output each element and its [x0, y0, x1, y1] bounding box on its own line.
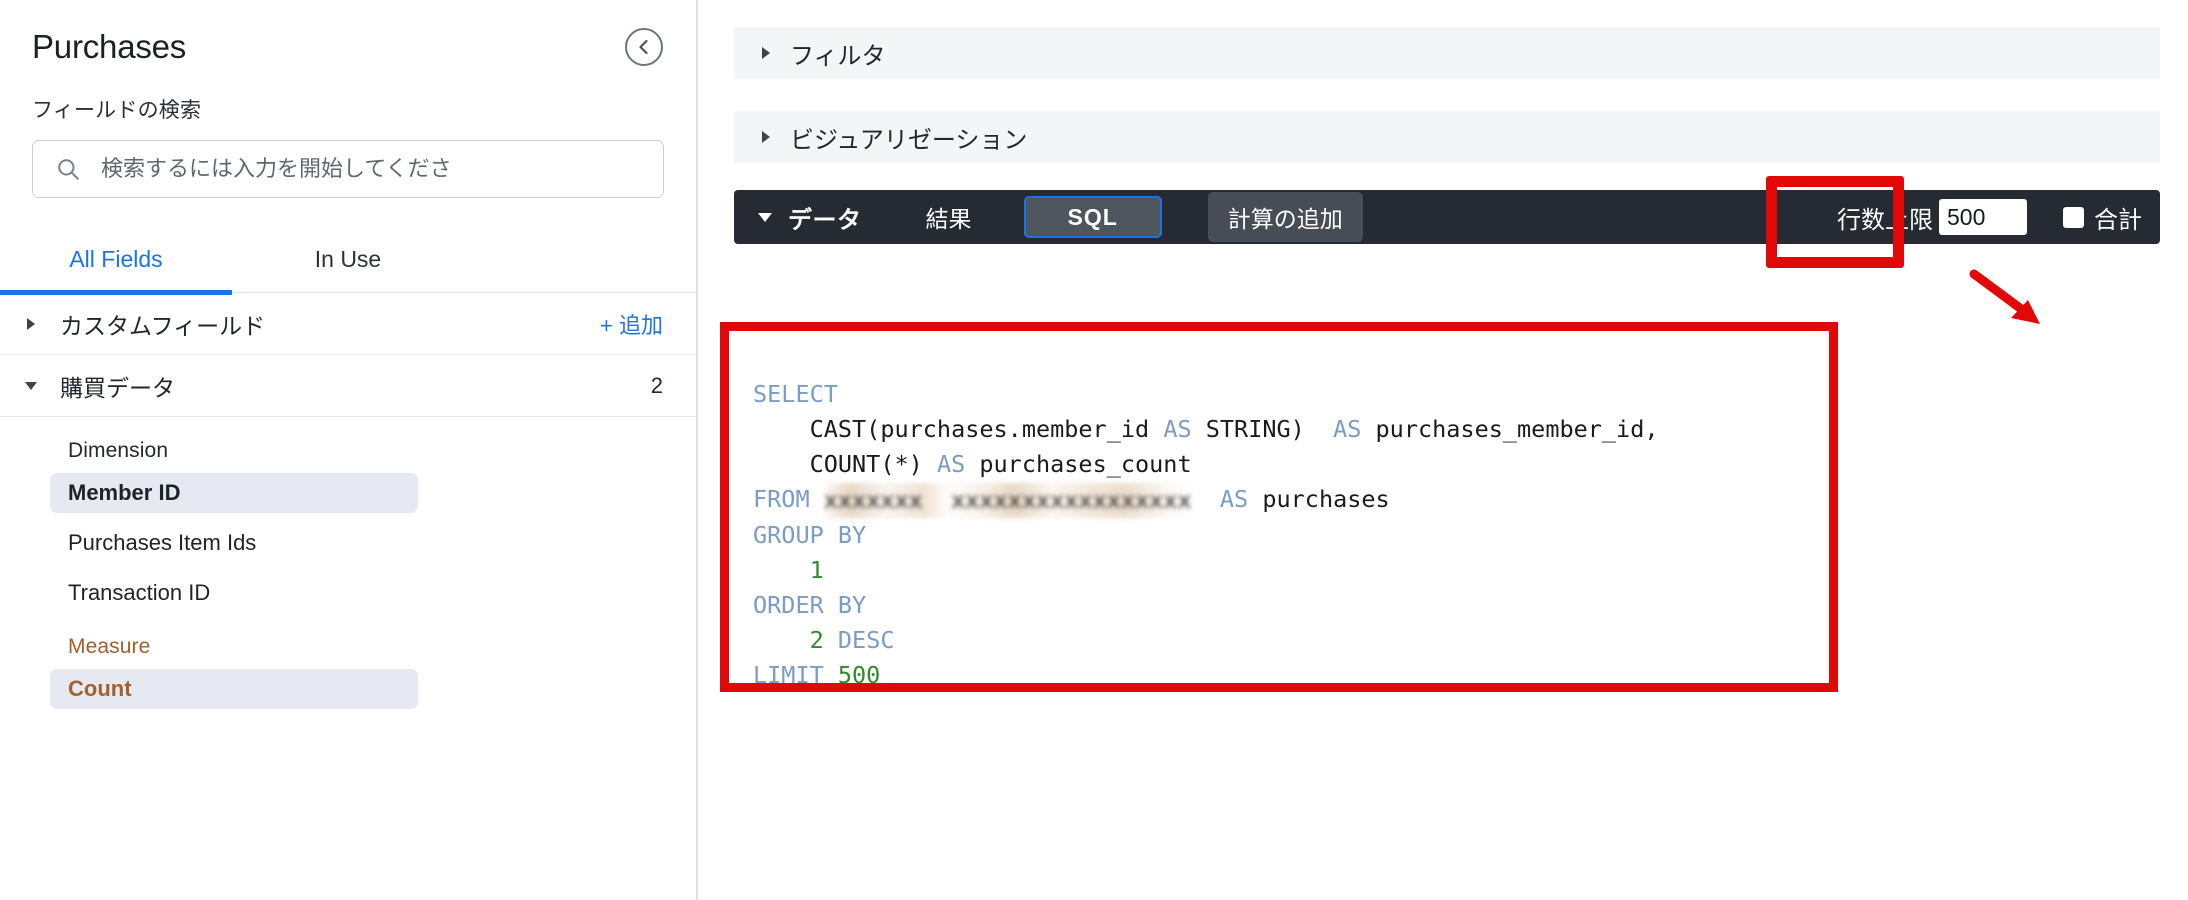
dimension-heading: Dimension: [0, 417, 696, 463]
page-title: Purchases: [32, 30, 186, 63]
redacted-table-name: xxxxxxx xxxxxxxxxxxxxxxxx: [824, 483, 1192, 518]
field-group-body: Dimension Member ID Purchases Item Ids T…: [0, 417, 696, 709]
tab-all-fields[interactable]: All Fields: [0, 238, 232, 292]
field-count[interactable]: Count: [50, 669, 418, 709]
annotation-arrow-icon: [1966, 266, 2052, 328]
search-field-label: フィールドの検索: [0, 62, 696, 124]
accordion-filters-label: フィルタ: [790, 36, 886, 71]
sidebar-section-purchase-data[interactable]: 購買データ 2: [0, 355, 696, 417]
field-transaction-id[interactable]: Transaction ID: [50, 573, 418, 613]
looker-explore-page: Purchases フィールドの検索 All Fields In Use カスタ…: [0, 0, 2188, 900]
tab-results[interactable]: 結果: [916, 196, 982, 238]
data-section-title: データ: [788, 200, 862, 235]
sql-code-text[interactable]: SELECT CAST(purchases.member_id AS STRIN…: [729, 355, 1829, 693]
accordion-visualization-label: ビジュアリゼーション: [790, 120, 1027, 155]
chevron-left-circle-icon[interactable]: [625, 28, 663, 66]
search-field-container[interactable]: [32, 140, 664, 198]
tab-sql[interactable]: SQL: [1024, 196, 1162, 238]
explore-main-panel: フィルタ ビジュアリゼーション データ 結果 SQL 計算の追加 行数上限 合計…: [698, 0, 2188, 900]
sidebar-header: Purchases: [0, 0, 696, 62]
chevron-left-glyph: [635, 38, 653, 56]
add-calculation-button[interactable]: 計算の追加: [1208, 192, 1363, 242]
toolbar-right-group: 行数上限 合計: [1837, 199, 2142, 235]
add-custom-field-button[interactable]: + 追加: [600, 308, 663, 340]
sql-code-panel: SELECT CAST(purchases.member_id AS STRIN…: [720, 322, 1838, 692]
custom-fields-label: カスタムフィールド: [60, 307, 600, 341]
row-limit-label: 行数上限: [1837, 200, 1933, 235]
field-tabs: All Fields In Use: [0, 238, 696, 293]
chevron-down-icon[interactable]: [758, 213, 772, 222]
field-member-id[interactable]: Member ID: [50, 473, 418, 513]
chevron-right-icon: [762, 47, 770, 59]
sidebar-section-custom-fields[interactable]: カスタムフィールド + 追加: [0, 293, 696, 355]
measure-heading: Measure: [0, 613, 696, 659]
totals-checkbox[interactable]: [2063, 207, 2084, 228]
data-toolbar: データ 結果 SQL 計算の追加 行数上限 合計: [734, 190, 2160, 244]
accordion-filters[interactable]: フィルタ: [734, 27, 2160, 79]
field-purchases-item-ids[interactable]: Purchases Item Ids: [50, 523, 418, 563]
chevron-down-icon: [18, 382, 44, 390]
search-input[interactable]: [101, 156, 663, 182]
row-limit-input[interactable]: [1939, 199, 2027, 235]
totals-label: 合計: [2094, 200, 2142, 235]
purchase-data-label: 購買データ: [60, 369, 651, 403]
chevron-right-icon: [762, 131, 770, 143]
accordion-visualization[interactable]: ビジュアリゼーション: [734, 111, 2160, 163]
chevron-right-icon: [18, 318, 44, 330]
selected-field-count: 2: [651, 373, 663, 399]
field-browser-sidebar: Purchases フィールドの検索 All Fields In Use カスタ…: [0, 0, 698, 900]
tab-in-use[interactable]: In Use: [232, 238, 464, 292]
search-icon: [55, 156, 81, 182]
